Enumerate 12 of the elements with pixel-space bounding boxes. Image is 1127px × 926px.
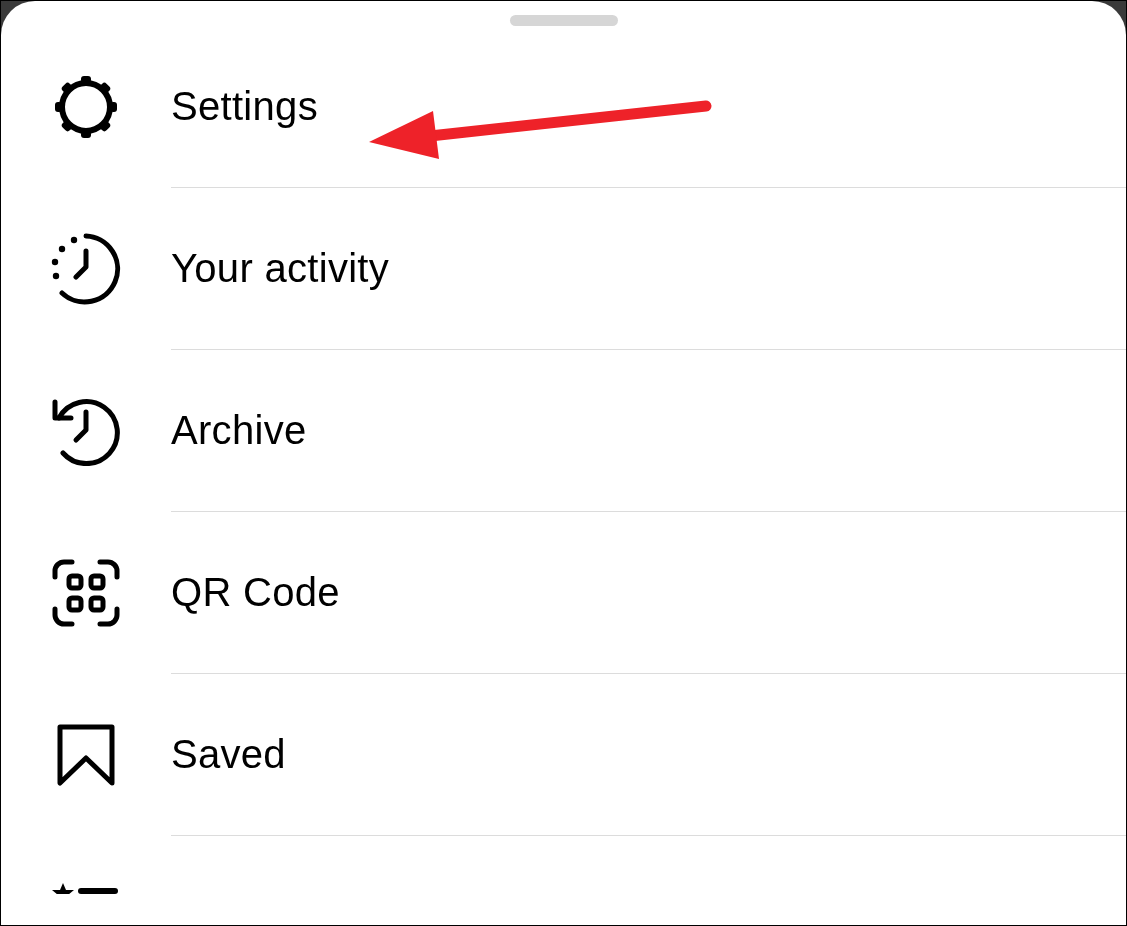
menu-item-label[interactable]: QR Code xyxy=(171,570,340,615)
menu-item-label[interactable]: Settings xyxy=(171,84,318,129)
menu-item-label[interactable]: Archive xyxy=(171,408,307,453)
history-icon xyxy=(51,396,121,466)
bookmark-icon xyxy=(57,724,115,786)
drag-handle[interactable] xyxy=(509,15,618,26)
star-list-icon xyxy=(52,882,120,894)
settings-icon xyxy=(52,73,120,141)
menu-item-label[interactable]: Your activity xyxy=(171,246,390,291)
menu-item-label[interactable]: Saved xyxy=(171,732,286,777)
qr-code-icon xyxy=(52,559,120,627)
clock-icon xyxy=(50,233,122,305)
